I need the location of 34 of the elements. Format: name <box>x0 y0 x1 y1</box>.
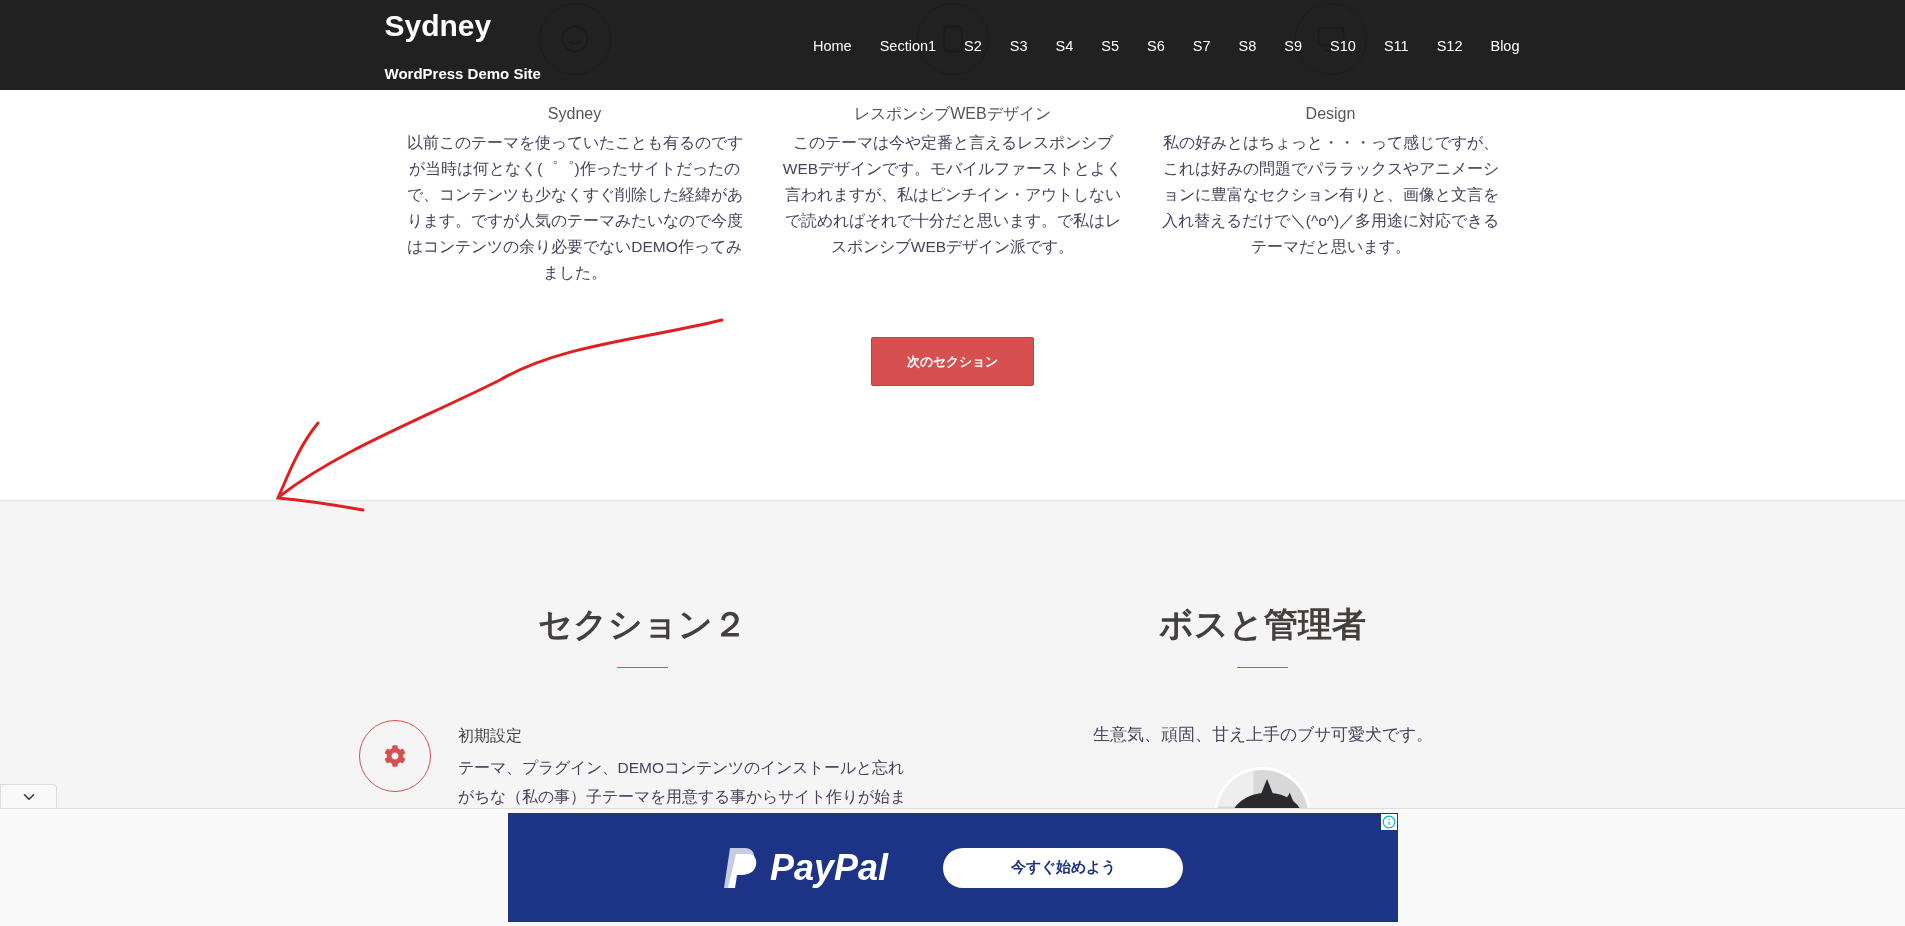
next-section-button[interactable]: 次のセクション <box>871 337 1034 386</box>
nav-link[interactable]: Blog <box>1490 36 1520 58</box>
nav-link[interactable]: S2 <box>964 36 982 58</box>
nav-link[interactable]: S4 <box>1055 36 1074 58</box>
paypal-wordmark: PayPal <box>769 845 889 890</box>
feature-title: Sydney <box>547 104 602 124</box>
start-now-button[interactable]: 今すぐ始めよう <box>943 847 1184 888</box>
paypal-logo-icon <box>721 845 758 890</box>
item-title: 初期設定 <box>457 726 523 746</box>
feature-title: Design <box>1305 104 1356 124</box>
nav-link[interactable]: S6 <box>1147 36 1165 58</box>
info-icon[interactable] <box>1380 814 1397 830</box>
site-title[interactable]: Sydney <box>384 8 541 44</box>
site-tagline: WordPress Demo Site <box>384 64 541 84</box>
nav-link[interactable]: S3 <box>1009 36 1028 58</box>
feature-text: 私の好みとはちょっと・・・って感じですが、これは好みの問題でパララックスやアニメーションに豊富なセクション有りと、画像と文言を入れ替えるだけで＼(^o^)／多用途に対応できるテーマだと思います。 <box>1160 133 1501 257</box>
nav-link[interactable]: S10 <box>1330 36 1356 58</box>
nav-link[interactable]: S11 <box>1383 36 1409 58</box>
feature-title: レスポンシブWEBデザイン <box>854 104 1051 124</box>
ad-banner[interactable]: PayPal 今すぐ始めよう <box>507 813 1398 922</box>
nav-link[interactable]: Home <box>813 36 852 58</box>
section-heading: セクション２ <box>538 604 747 645</box>
feature-text: このテーマは今や定番と言えるレスポンシブWEBデザインです。モバイルファーストとよく言われますが、私はピンチイン・アウトしないで読めればそれで十分だと思います。で私はレスポンシブWEBデザイン派です。 <box>781 133 1124 257</box>
item-text: がちな（私の事）子テーマを用意する事からサイト作りが始ま <box>457 787 906 808</box>
section-heading: ボスと管理者 <box>1159 604 1366 645</box>
nav-link[interactable]: S9 <box>1284 36 1303 58</box>
nav-link[interactable]: S5 <box>1101 36 1120 58</box>
nav-link[interactable]: S8 <box>1238 36 1257 58</box>
nav-link[interactable]: S7 <box>1192 36 1211 58</box>
nav-link[interactable]: Section1 <box>879 36 937 58</box>
feature-text: 以前このテーマを使っていたことも有るのですが当時は何となく(゜゜)作ったサイトだったので、コンテンツも少なくすぐ削除した経緯があります。ですが人気のテーマみたいなので今度はコンテンツの余り必要でないDEMO作ってみました。 <box>405 133 744 283</box>
nav-link[interactable]: S12 <box>1436 36 1463 58</box>
boss-text: 生意気、頑固、甘え上手のブサ可愛犬です。 <box>1092 724 1433 746</box>
item-text: テーマ、プラグイン、DEMOコンテンツのインストールと忘れ <box>457 758 905 779</box>
